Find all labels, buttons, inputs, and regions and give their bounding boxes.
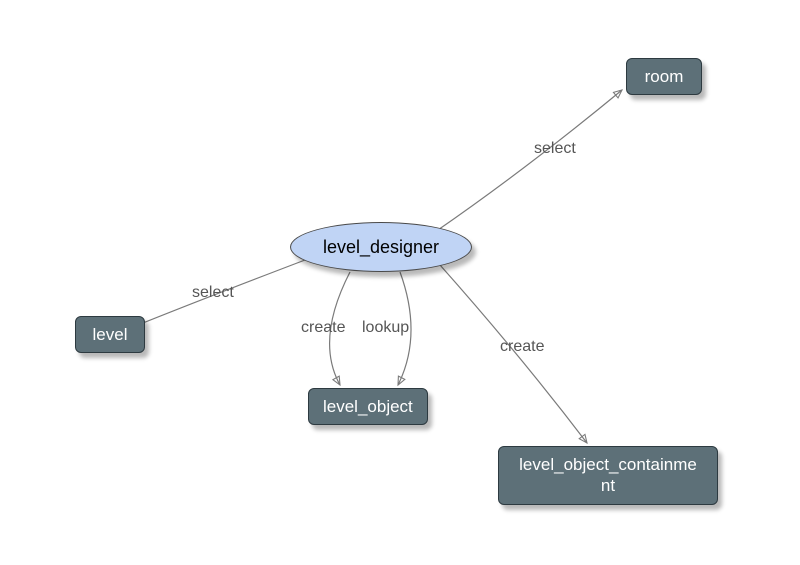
edge-label-create-containment: create: [500, 338, 544, 356]
edge-select-room: [435, 90, 622, 232]
entity-room[interactable]: room: [626, 58, 702, 95]
edge-label-select-room: select: [534, 140, 576, 158]
entity-label: level_object: [323, 396, 413, 417]
actor-level-designer[interactable]: level_designer: [290, 222, 472, 272]
edge-label-create-level-object: create: [301, 319, 345, 337]
edge-lookup-level-object: [398, 272, 411, 385]
edge-create-containment: [440, 265, 587, 443]
entity-label: room: [645, 66, 684, 87]
actor-label: level_designer: [323, 237, 439, 258]
edge-label-select-level: select: [192, 284, 234, 302]
entity-level[interactable]: level: [75, 316, 145, 353]
entity-level-object[interactable]: level_object: [308, 388, 428, 425]
diagram-canvas: level_designer room level level_object l…: [0, 0, 800, 565]
entity-label: level: [93, 324, 128, 345]
edge-create-level-object: [330, 272, 350, 385]
edge-select-level: [133, 260, 305, 327]
edge-label-lookup-level-object: lookup: [362, 319, 409, 337]
entity-label: level_object_containme nt: [519, 454, 697, 497]
entity-level-object-containment[interactable]: level_object_containme nt: [498, 446, 718, 505]
